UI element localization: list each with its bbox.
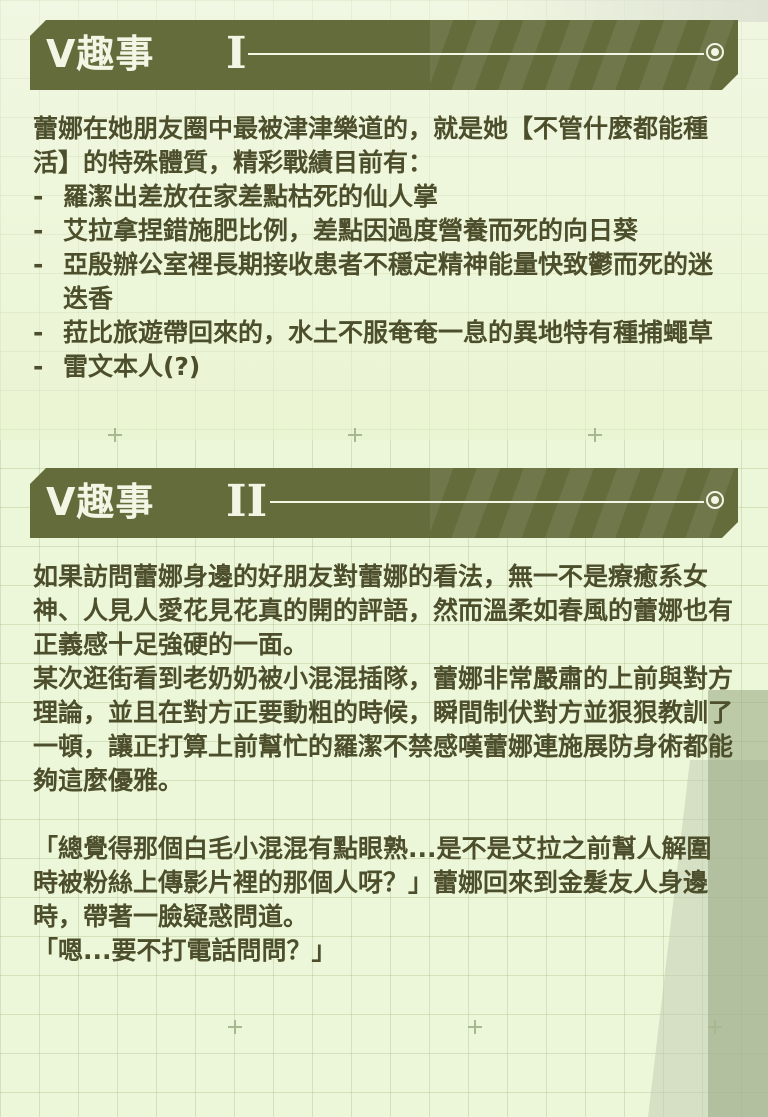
section-1-title: V趣事 (46, 32, 155, 76)
dash-icon: - (33, 352, 44, 381)
list-item: - 菈比旅遊帶回來的，水土不服奄奄一息的異地特有種捕蠅草 (33, 316, 733, 350)
section-1-bullet-list: - 羅潔出差放在家差點枯死的仙人掌 - 艾拉拿捏錯施肥比例，差點因過度營養而死的向日… (33, 180, 733, 384)
section-2-title: V趣事 (46, 480, 155, 524)
list-item: - 雷文本人(?) (33, 350, 733, 384)
banner-divider-line (270, 501, 704, 503)
background-corner-accent (468, 0, 768, 22)
dash-icon: - (33, 216, 44, 245)
section-2-paragraph: 如果訪問蕾娜身邊的好朋友對蕾娜的看法，無一不是療癒系女神、人見人愛花見花真的開的… (33, 562, 734, 659)
section-1-intro: 蕾娜在她朋友圈中最被津津樂道的，就是她【不管什麼都能種活】的特殊體質，精彩戰績目… (33, 114, 709, 177)
section-1-content: 蕾娜在她朋友圈中最被津津樂道的，就是她【不管什麼都能種活】的特殊體質，精彩戰績目… (33, 112, 733, 384)
section-2-numeral: II (226, 476, 268, 527)
grid-cross-decoration (228, 1020, 242, 1034)
section-1-banner: V趣事 I (30, 20, 738, 90)
section-2-content: 如果訪問蕾娜身邊的好朋友對蕾娜的看法，無一不是療癒系女神、人見人愛花見花真的開的… (33, 560, 733, 968)
grid-cross-decoration (468, 1020, 482, 1034)
banner-target-icon (706, 43, 724, 61)
grid-cross-decoration (348, 428, 362, 442)
list-item: - 亞殷辦公室裡長期接收患者不穩定精神能量快致鬱而死的迷迭香 (33, 250, 714, 313)
dash-icon: - (33, 250, 44, 279)
grid-cross-decoration (108, 428, 122, 442)
dash-icon: - (33, 182, 44, 211)
dash-icon: - (33, 318, 44, 347)
grid-cross-decoration (708, 1020, 722, 1034)
section-2-quote: 「嗯...要不打電話問問？」 (33, 936, 337, 965)
banner-divider-line (248, 53, 704, 55)
list-item: - 羅潔出差放在家差點枯死的仙人掌 (33, 180, 733, 214)
section-2-quote: 「總覺得那個白毛小混混有點眼熟...是不是艾拉之前幫人解圍時被粉絲上傳影片裡的那… (33, 834, 712, 931)
grid-cross-decoration (588, 428, 602, 442)
list-item: - 艾拉拿捏錯施肥比例，差點因過度營養而死的向日葵 (33, 214, 733, 248)
banner-target-icon (706, 491, 724, 509)
section-1-numeral: I (226, 28, 247, 79)
section-2-paragraph: 某次逛街看到老奶奶被小混混插隊，蕾娜非常嚴肅的上前與對方理論，並且在對方正要動粗… (33, 664, 734, 795)
section-2-banner: V趣事 II (30, 468, 738, 538)
